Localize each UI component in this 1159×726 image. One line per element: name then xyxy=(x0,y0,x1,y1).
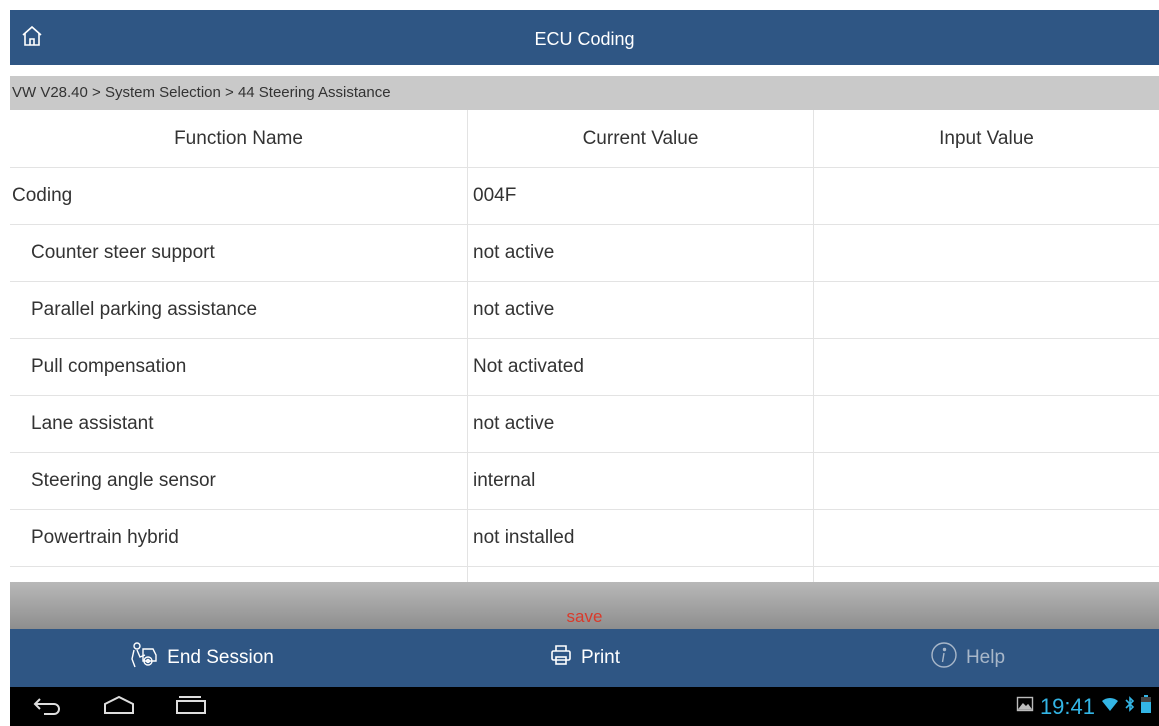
current-value-cell: not active xyxy=(467,225,813,281)
coding-table: Function Name Current Value Input Value … xyxy=(10,110,1159,582)
action-bar: End Session Print Help xyxy=(10,629,1159,687)
end-session-button[interactable]: End Session xyxy=(10,629,393,687)
info-icon xyxy=(930,641,958,675)
end-session-label: End Session xyxy=(167,647,274,668)
end-session-icon xyxy=(129,641,159,675)
function-name-cell: Powertrain hybrid xyxy=(31,527,179,548)
current-value-cell: not active xyxy=(467,282,813,338)
input-value-cell[interactable] xyxy=(813,225,1159,281)
back-icon xyxy=(32,695,62,720)
input-value-cell[interactable] xyxy=(813,168,1159,224)
column-header-function-name: Function Name xyxy=(174,127,303,149)
table-row[interactable]: Parallel parking assistance not active xyxy=(10,282,1159,339)
table-row[interactable]: Steering angle sensor internal xyxy=(10,453,1159,510)
printer-icon xyxy=(549,643,573,673)
print-label: Print xyxy=(580,647,621,668)
recent-apps-icon xyxy=(175,695,207,720)
print-button[interactable]: Print xyxy=(393,629,776,687)
app-frame: ECU Coding VW V28.40 > System Selection … xyxy=(10,10,1159,726)
function-name-cell: Steering angle sensor xyxy=(31,470,216,491)
recent-apps-button[interactable] xyxy=(175,693,207,721)
home-nav-icon xyxy=(102,695,136,720)
page-title: ECU Coding xyxy=(534,29,635,49)
clock: 19:41 xyxy=(1039,693,1095,719)
current-value-cell: Not activated xyxy=(467,339,813,395)
table-row[interactable]: Powertrain hybrid not installed xyxy=(10,510,1159,567)
help-label: Help xyxy=(965,647,1006,668)
input-value-cell[interactable] xyxy=(813,339,1159,395)
function-name-cell xyxy=(10,567,467,582)
save-bar: save xyxy=(10,582,1159,629)
table-header-row: Function Name Current Value Input Value xyxy=(10,110,1159,168)
breadcrumb: VW V28.40 > System Selection > 44 Steeri… xyxy=(10,76,1159,110)
save-button[interactable]: save xyxy=(567,607,603,627)
battery-icon xyxy=(1141,695,1151,718)
function-name-cell: Coding xyxy=(12,185,73,206)
function-name-cell: Parallel parking assistance xyxy=(31,299,258,320)
current-value-cell: not active xyxy=(467,396,813,452)
home-nav-button[interactable] xyxy=(102,693,136,721)
current-value-cell: not installed xyxy=(467,510,813,566)
table-row[interactable]: Counter steer support not active xyxy=(10,225,1159,282)
title-bar: ECU Coding xyxy=(10,10,1159,65)
input-value-cell[interactable] xyxy=(813,510,1159,566)
android-nav-bar: 19:41 xyxy=(10,687,1159,726)
gallery-notification-icon xyxy=(1016,695,1034,718)
table-row-partial xyxy=(10,567,1159,582)
function-name-cell: Counter steer support xyxy=(31,242,215,263)
input-value-cell[interactable] xyxy=(813,453,1159,509)
table-row[interactable]: Coding 004F xyxy=(10,168,1159,225)
current-value-cell: 004F xyxy=(467,168,813,224)
help-button[interactable]: Help xyxy=(776,629,1159,687)
wifi-icon xyxy=(1101,696,1119,717)
input-value-cell[interactable] xyxy=(813,396,1159,452)
table-row[interactable]: Pull compensation Not activated xyxy=(10,339,1159,396)
column-header-input-value: Input Value xyxy=(813,110,1159,167)
input-value-cell xyxy=(813,567,1159,582)
input-value-cell[interactable] xyxy=(813,282,1159,338)
bluetooth-icon xyxy=(1125,696,1135,717)
column-header-current-value: Current Value xyxy=(467,110,813,167)
function-name-cell: Pull compensation xyxy=(31,356,187,377)
current-value-cell xyxy=(467,567,813,582)
current-value-cell: internal xyxy=(467,453,813,509)
function-name-cell: Lane assistant xyxy=(31,413,154,434)
status-area: 19:41 xyxy=(1016,687,1151,726)
table-row[interactable]: Lane assistant not active xyxy=(10,396,1159,453)
back-button[interactable] xyxy=(32,693,62,721)
